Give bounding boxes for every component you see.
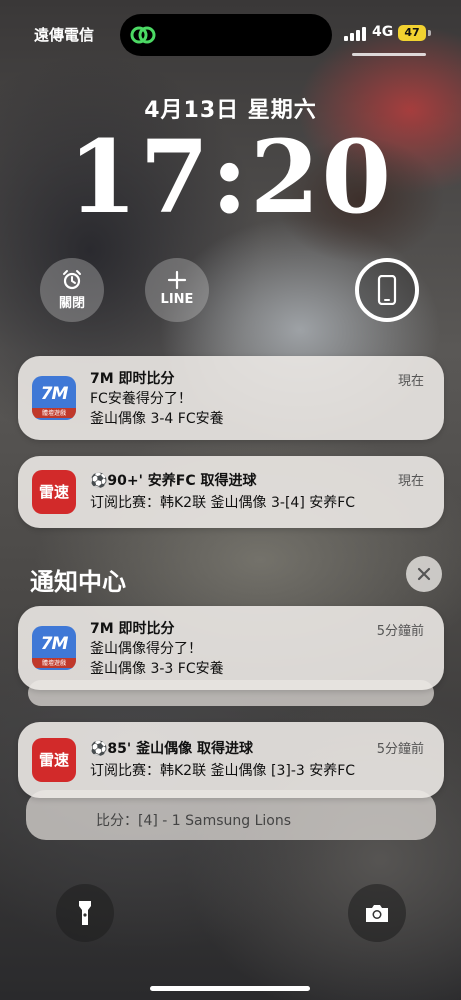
notification-line2: 釜山偶像 3-3 FC安養 xyxy=(90,661,224,677)
alarm-widget-label: 關閉 xyxy=(58,296,85,311)
phone-widget[interactable] xyxy=(355,258,419,322)
notification-title: 7M 即时比分 xyxy=(90,621,175,637)
home-indicator[interactable] xyxy=(150,986,310,991)
notification-center-title: 通知中心 xyxy=(30,568,126,596)
battery-icon: 47 xyxy=(398,25,426,41)
camera-icon xyxy=(366,905,388,922)
battery-nub xyxy=(428,30,431,36)
dynamic-island[interactable] xyxy=(120,14,332,56)
alarm-clock-icon xyxy=(63,270,81,290)
notification-leisu[interactable]: 雷速 ⚽90+' 安养FC 取得进球 订阅比赛：韩K2联 釜山偶像 3-[4] … xyxy=(18,456,444,528)
notification-line1: 釜山偶像得分了！ xyxy=(90,641,202,657)
notification-title: ⚽85' 釜山偶像 取得进球 xyxy=(90,741,253,757)
notification-title: 7M 即时比分 xyxy=(90,371,175,387)
link-icon xyxy=(130,26,156,44)
notification-time: 5分鐘前 xyxy=(376,742,424,757)
flashlight-icon xyxy=(79,901,91,925)
lockscreen-time: 17:20 xyxy=(67,118,394,236)
status-bar: 遠傳電信 4G 47 xyxy=(0,0,461,64)
phone-icon xyxy=(377,275,397,305)
notification-line2: 釜山偶像 3-4 FC安養 xyxy=(90,411,224,427)
app-7m-icon: 7M 體壇遊戲 xyxy=(32,626,76,670)
close-icon xyxy=(417,567,431,581)
control-center-indicator[interactable] xyxy=(352,53,426,56)
camera-button[interactable] xyxy=(348,884,406,942)
line-widget-label: LINE xyxy=(160,292,194,307)
notification-time: 5分鐘前 xyxy=(376,624,424,639)
app-leisu-icon: 雷速 xyxy=(32,738,76,782)
notification-time: 現在 xyxy=(397,474,424,489)
notification-title: ⚽90+' 安养FC 取得进球 xyxy=(90,473,257,489)
notification-center-leisu[interactable]: 雷速 ⚽85' 釜山偶像 取得进球 订阅比赛：韩K2联 釜山偶像 [3]-3 安… xyxy=(18,722,444,798)
app-7m-icon: 7M 體壇遊戲 xyxy=(32,376,76,420)
notification-line1: FC安養得分了！ xyxy=(90,391,192,407)
notification-line1: 订阅比赛：韩K2联 釜山偶像 3-[4] 安养FC xyxy=(90,495,356,511)
notification-line1: 订阅比赛：韩K2联 釜山偶像 [3]-3 安养FC xyxy=(90,763,356,779)
app-leisu-icon: 雷速 xyxy=(32,470,76,514)
network-label: 4G xyxy=(372,24,394,40)
flashlight-button[interactable] xyxy=(56,884,114,942)
clear-notifications-button[interactable] xyxy=(406,556,442,592)
signal-icon xyxy=(344,27,366,41)
carrier-label: 遠傳電信 xyxy=(34,26,95,44)
notification-center-7m[interactable]: 7M 體壇遊戲 7M 即时比分 釜山偶像得分了！ 釜山偶像 3-3 FC安養 5… xyxy=(18,606,444,690)
notification-time: 現在 xyxy=(397,374,424,389)
plus-icon xyxy=(167,270,187,290)
line-widget[interactable]: LINE xyxy=(145,258,209,322)
notification-7m[interactable]: 7M 體壇遊戲 7M 即时比分 FC安養得分了！ 釜山偶像 3-4 FC安養 現… xyxy=(18,356,444,440)
stacked-notification-peek: 比分：[4] - 1 Samsung Lions xyxy=(96,813,292,829)
alarm-widget[interactable]: 關閉 xyxy=(40,258,104,322)
